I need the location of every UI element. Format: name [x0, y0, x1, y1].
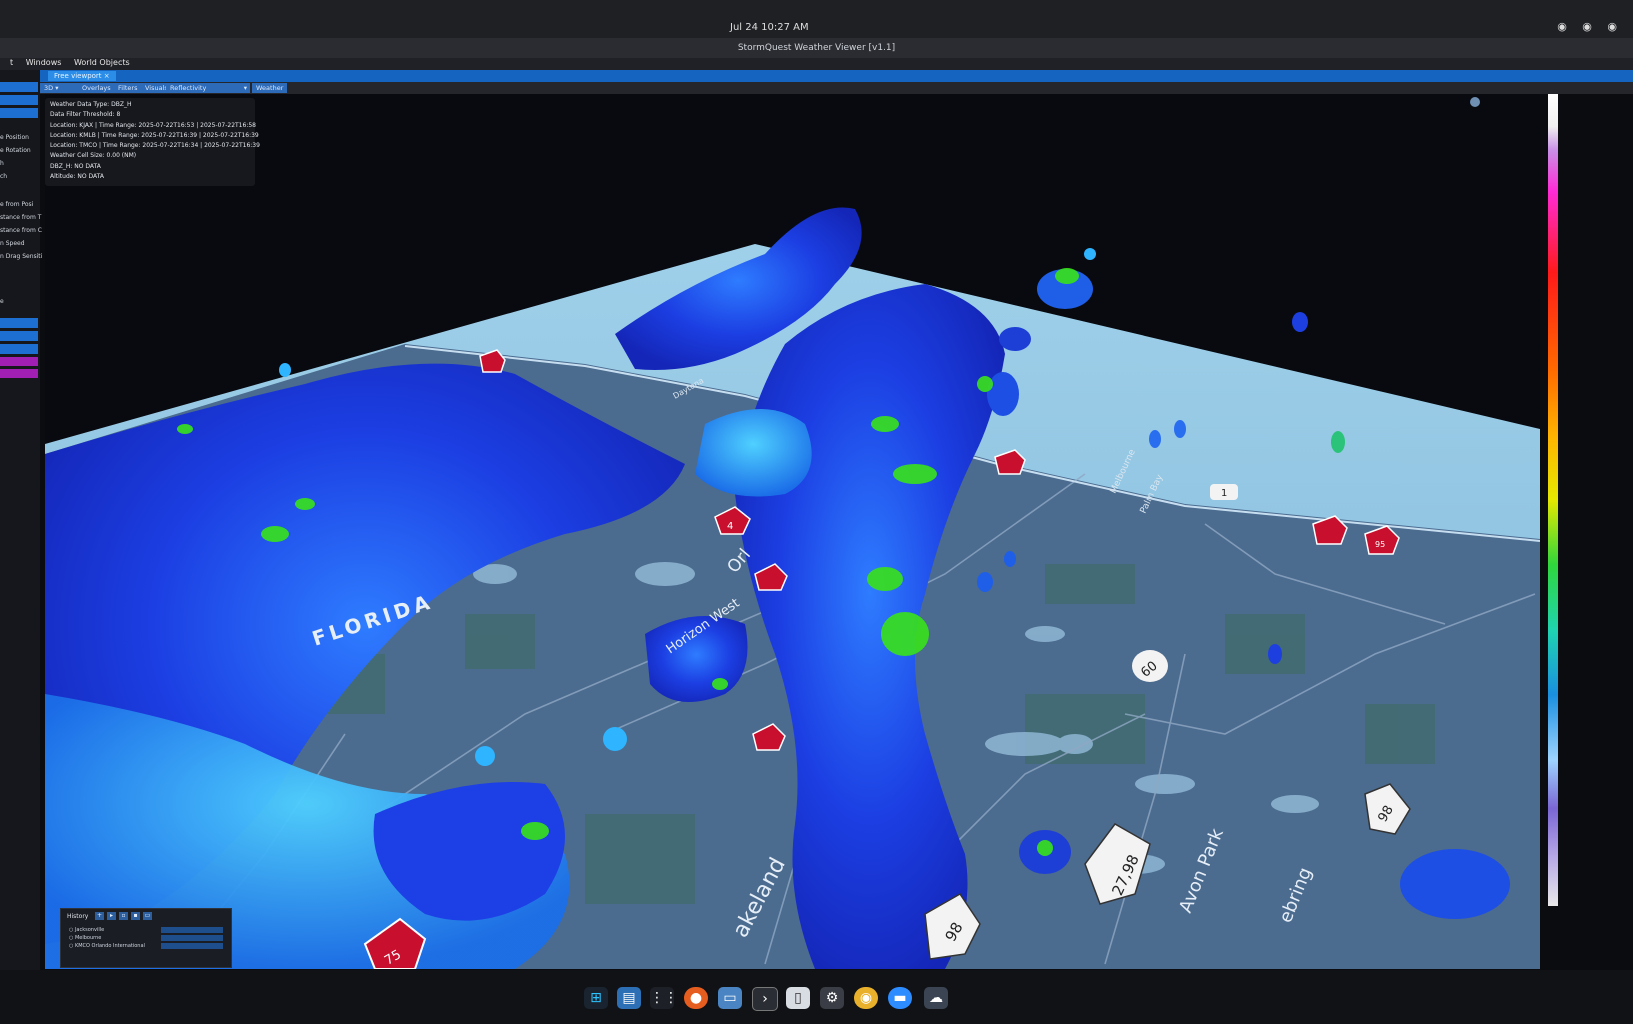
info-line: DBZ_H: NO DATA: [50, 162, 101, 170]
weather-info-panel: Weather Data Type: DBZ_H Data Filter Thr…: [45, 98, 260, 186]
view-mode-label: 3D: [44, 84, 54, 92]
stormquest-icon[interactable]: ☁: [924, 987, 948, 1009]
zoom-icon[interactable]: ▬: [888, 987, 912, 1009]
history-row[interactable]: ○ Melbourne: [69, 935, 101, 941]
sidebar-label: n Speed: [0, 240, 25, 247]
sidebar-label: e Rotation: [0, 147, 31, 154]
history-timeline-cell[interactable]: [161, 935, 223, 941]
history-timeline-cell[interactable]: [161, 943, 223, 949]
app-grid-icon[interactable]: ⋮⋮: [650, 987, 678, 1009]
settings-icon[interactable]: ⚙: [820, 987, 844, 1009]
files-icon[interactable]: ▤: [617, 987, 641, 1009]
taskbar: [0, 970, 1633, 1024]
sidebar-label: h: [0, 160, 4, 167]
window-title-bar: StormQuest Weather Viewer [v1.1]: [0, 38, 1633, 58]
info-line: Weather Cell Size: 0.00 (NM): [50, 152, 137, 160]
sidebar-button-active[interactable]: [0, 369, 38, 378]
left-sidebar: e Position e Rotation h ch e from Posi s…: [0, 70, 43, 970]
sidebar-label: ch: [0, 173, 8, 180]
viewport-toolbar: 3D ▾ Overlays Filters Visuals Reflectivi…: [40, 82, 1633, 94]
history-row-label: KMCO Orlando International: [74, 943, 145, 949]
sidebar-button-active[interactable]: [0, 357, 38, 366]
history-row[interactable]: ○ KMCO Orlando International: [69, 943, 145, 949]
history-save-icon[interactable]: ▪: [131, 912, 140, 920]
history-title: History: [67, 913, 89, 920]
shield-route-1: 1: [1210, 484, 1238, 500]
view-mode-select[interactable]: 3D ▾: [40, 83, 78, 93]
history-copy-icon[interactable]: ▫: [119, 912, 128, 920]
history-row[interactable]: ○ Jacksonville: [69, 927, 104, 933]
product-select[interactable]: Reflectivity ▾: [166, 83, 250, 93]
info-line: Location: KMLB | Time Range: 2025-07-22T…: [50, 131, 259, 139]
overview-icon[interactable]: ⊞: [584, 987, 608, 1009]
reflectivity-color-legend: [1548, 94, 1558, 906]
overlays-button[interactable]: Overlays: [78, 83, 115, 93]
history-play-icon[interactable]: ▸: [107, 912, 116, 920]
sidebar-label: n Drag Sensiti: [0, 253, 43, 260]
tab-free-viewport[interactable]: Free viewport ×: [48, 71, 116, 81]
info-line: Location: TMCO | Time Range: 2025-07-22T…: [50, 142, 260, 150]
info-line: Location: KJAX | Time Range: 2025-07-22T…: [50, 121, 256, 129]
history-folder-icon[interactable]: ▭: [143, 912, 152, 920]
menu-item-world-objects[interactable]: World Objects: [74, 58, 130, 67]
firefox-icon[interactable]: ●: [684, 987, 708, 1009]
system-top-bar: Jul 24 10:27 AM ◉ ◉ ◉: [0, 0, 1633, 38]
chrome-icon[interactable]: ◉: [854, 987, 878, 1009]
menu-bar: t Windows World Objects: [0, 58, 1633, 70]
sidebar-label: e: [0, 298, 4, 305]
menu-item-windows[interactable]: Windows: [26, 58, 62, 67]
system-tray[interactable]: ◉ ◉ ◉: [1557, 20, 1623, 33]
history-add-icon[interactable]: +: [95, 912, 104, 920]
sidebar-button[interactable]: [0, 331, 38, 341]
sidebar-label: e from Posi: [0, 201, 34, 208]
tab-label: Free viewport: [54, 72, 102, 80]
shield-route-1-text: 1: [1221, 488, 1227, 499]
sidebar-button[interactable]: [0, 95, 38, 105]
sidebar-label: stance from C: [0, 227, 42, 234]
folder-icon[interactable]: ▭: [718, 987, 742, 1009]
shield-i95-text: 95: [1375, 540, 1385, 549]
sidebar-button[interactable]: [0, 108, 38, 118]
sidebar-button[interactable]: [0, 344, 38, 354]
shield-route-60: 60: [1132, 650, 1168, 682]
terminal-icon[interactable]: ›: [752, 987, 778, 1011]
info-line: Altitude: NO DATA: [50, 173, 104, 181]
menu-item-t[interactable]: t: [10, 58, 13, 67]
filters-button[interactable]: Filters: [114, 83, 142, 93]
window-title: StormQuest Weather Viewer [v1.1]: [737, 43, 896, 53]
history-timeline-cell[interactable]: [161, 927, 223, 933]
sidebar-button[interactable]: [0, 318, 38, 328]
history-row-label: Jacksonville: [74, 927, 105, 933]
close-icon[interactable]: ×: [104, 72, 110, 80]
info-line: Data Filter Threshold: 8: [50, 111, 121, 119]
docs-icon[interactable]: ▯: [786, 987, 810, 1009]
weather-button[interactable]: Weather: [252, 83, 288, 93]
sidebar-button[interactable]: [0, 82, 38, 92]
shield-i4-text: 4: [727, 521, 733, 532]
info-line: Weather Data Type: DBZ_H: [50, 101, 132, 108]
radar-scene[interactable]: FLORIDA Orl Horizon West akeland Avon Pa…: [45, 94, 1540, 969]
history-row-label: Melbourne: [74, 935, 102, 941]
product-label: Reflectivity: [170, 84, 207, 92]
tab-strip: Free viewport ×: [40, 70, 1633, 82]
sidebar-label: e Position: [0, 134, 29, 141]
compass-icon[interactable]: [1470, 97, 1480, 107]
system-clock[interactable]: Jul 24 10:27 AM: [730, 22, 809, 33]
chevron-down-icon: ▾: [243, 84, 247, 92]
sidebar-label: stance from T: [0, 214, 42, 221]
history-panel: History + ▸ ▫ ▪ ▭ ○ Jacksonville ○ Melbo…: [60, 908, 232, 968]
3d-viewport[interactable]: FLORIDA Orl Horizon West akeland Avon Pa…: [45, 94, 1540, 969]
